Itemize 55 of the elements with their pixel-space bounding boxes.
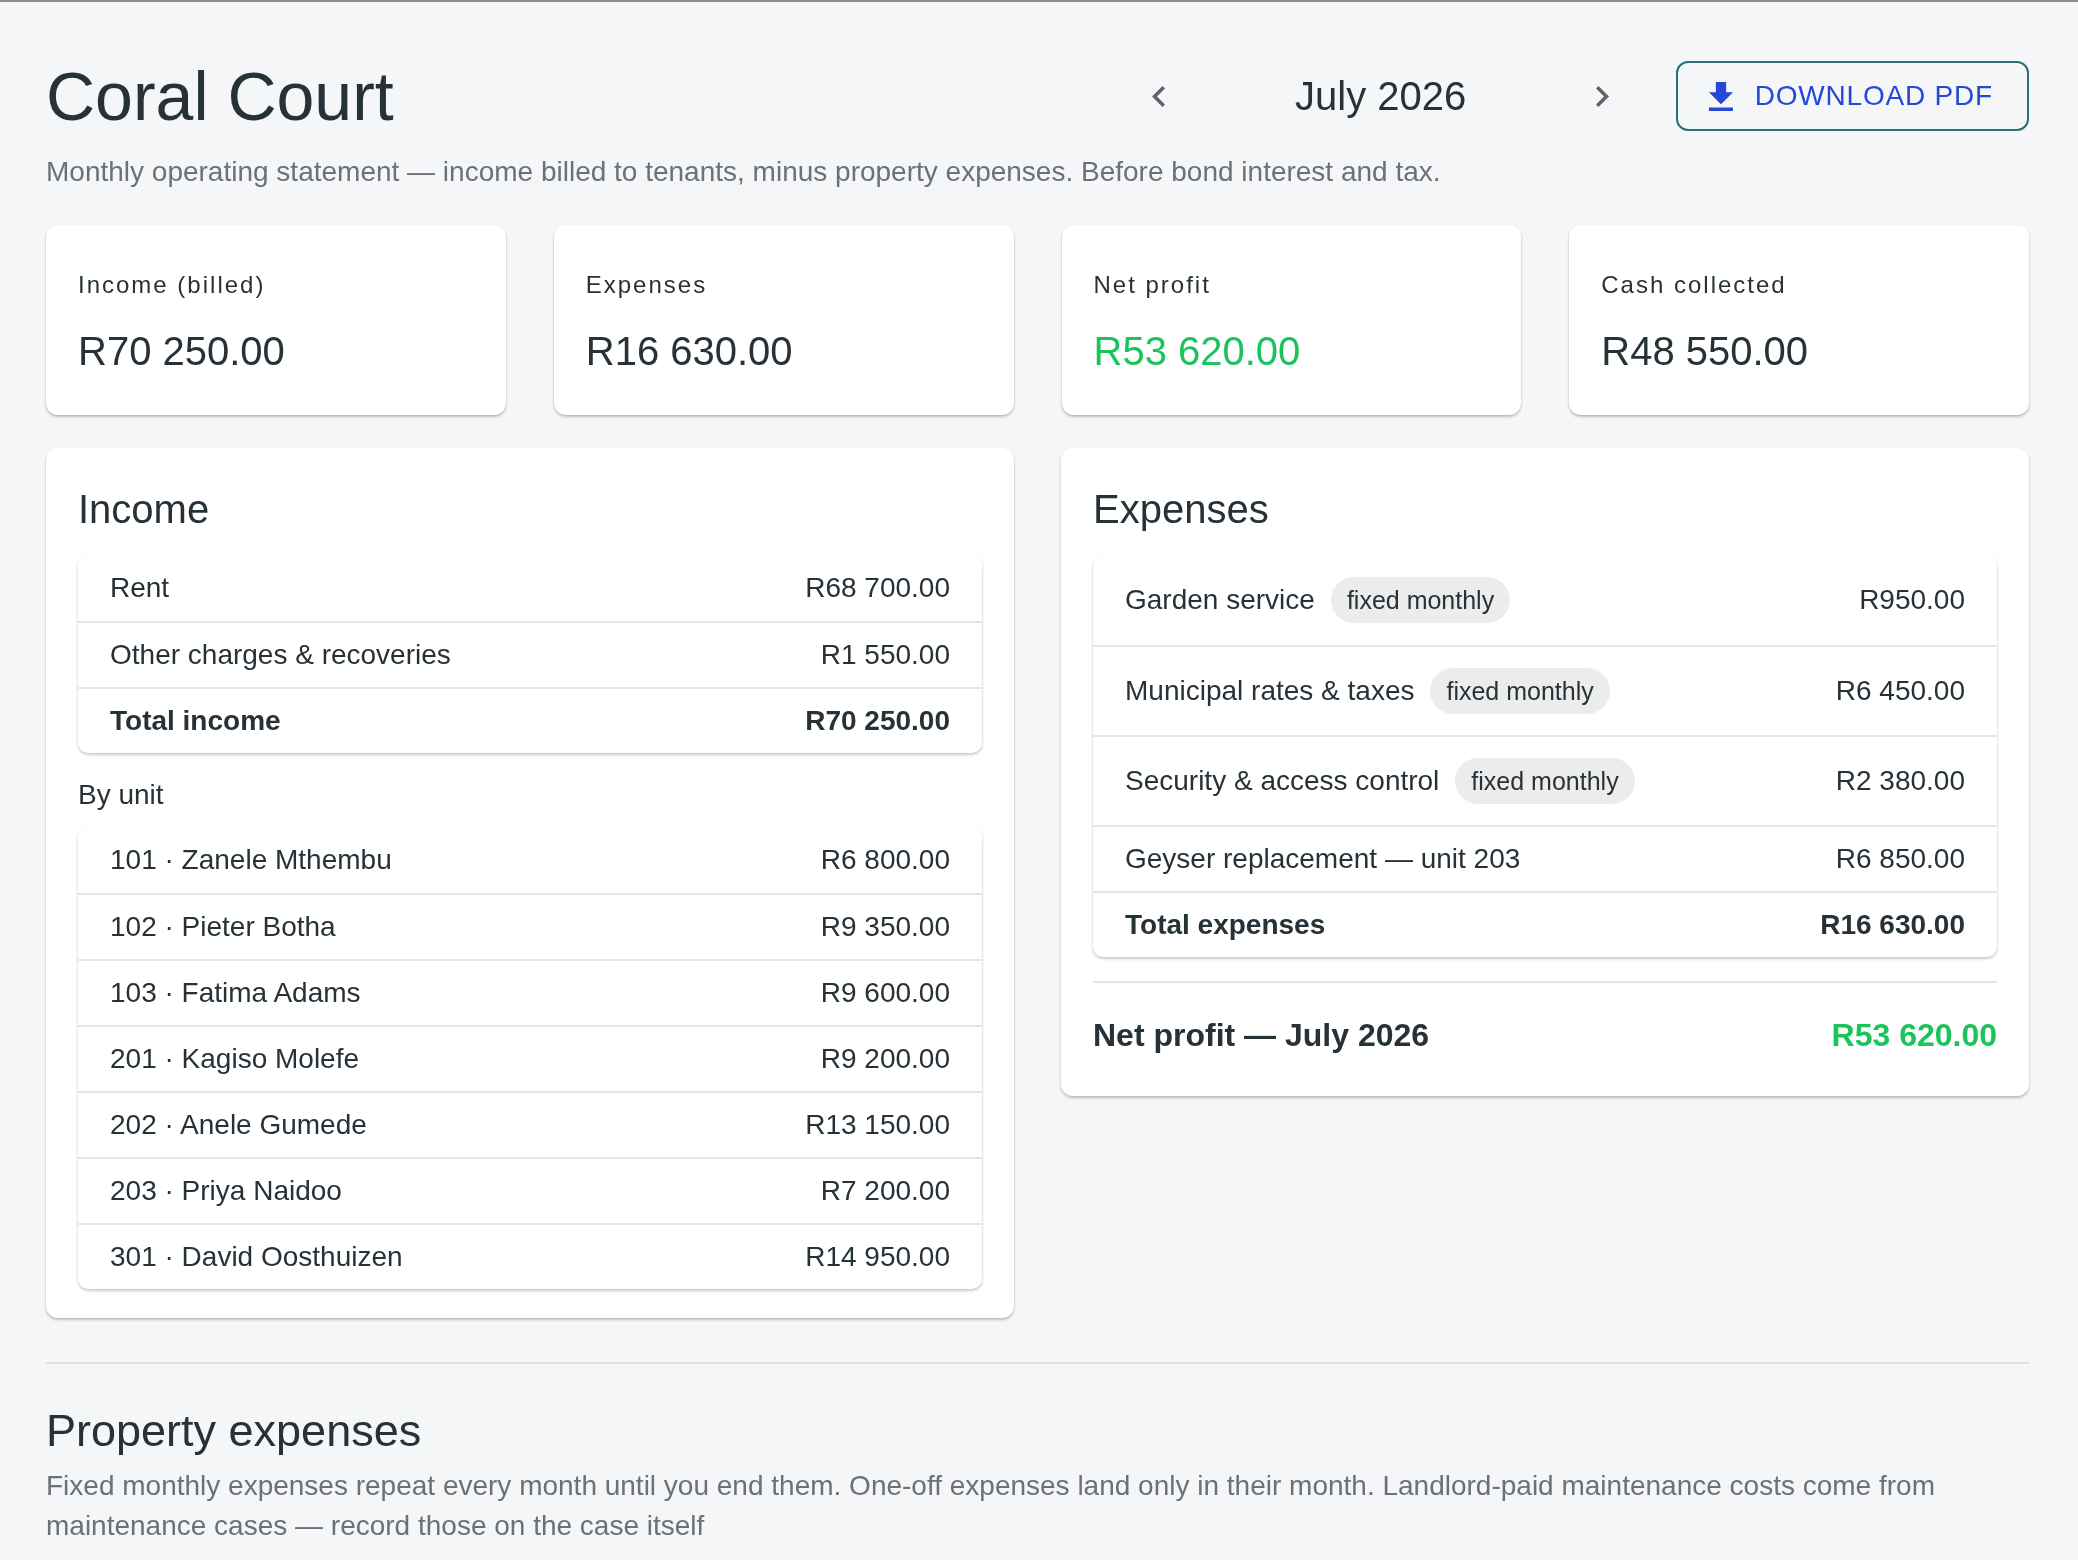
net-profit-label: Net profit — July 2026 xyxy=(1093,1016,1430,1055)
chevron-right-icon xyxy=(1596,85,1610,107)
stat-value: R16 630.00 xyxy=(585,328,794,375)
total-label: Total expenses xyxy=(1125,908,1326,942)
subsection-label: By unit xyxy=(78,778,165,812)
panel-title: Income xyxy=(78,486,211,533)
section-description: Fixed monthly expenses repeat every month until you end them. One-off expenses land only in their month. Landlord-paid maintenance costs come from maintenance cases — record those on the case itself xyxy=(46,1469,1936,1543)
row-amount: R9 200.00 xyxy=(820,1042,950,1076)
row-label: Security & access control xyxy=(1125,764,1440,798)
row-amount: R9 600.00 xyxy=(820,976,950,1010)
stat-label: Expenses xyxy=(585,270,709,300)
row-amount: R6 800.00 xyxy=(820,843,950,877)
stat-label: Income (billed) xyxy=(78,270,267,300)
unit-label: 103 · Fatima Adams xyxy=(110,976,361,1010)
row-label: Garden service xyxy=(1125,583,1315,617)
row-amount: R68 700.00 xyxy=(805,571,950,605)
month-label: July 2026 xyxy=(1294,73,1468,120)
download-pdf-button[interactable]: DOWNLOAD PDF xyxy=(1675,61,2029,131)
panel-title: Expenses xyxy=(1093,486,1270,533)
total-amount: R70 250.00 xyxy=(805,704,950,738)
chevron-left-icon xyxy=(1152,85,1166,107)
stat-value: R48 550.00 xyxy=(1601,328,1810,375)
total-label: Total income xyxy=(110,704,281,738)
row-label: Other charges & recoveries xyxy=(110,638,451,672)
stat-label: Cash collected xyxy=(1601,270,1788,300)
row-amount: R9 350.00 xyxy=(820,910,950,944)
row-label: Rent xyxy=(110,571,170,605)
unit-label: 102 · Pieter Botha xyxy=(110,910,336,944)
row-amount: R6 850.00 xyxy=(1835,842,1965,876)
stat-value: R70 250.00 xyxy=(78,328,286,375)
page-subtitle: Monthly operating statement — income billed to tenants, minus property expenses. Before bond interest and tax. xyxy=(46,155,1442,189)
unit-label: 202 · Anele Gumede xyxy=(110,1108,367,1142)
tag-chip: fixed monthly xyxy=(1330,577,1511,623)
stat-value: R53 620.00 xyxy=(1093,328,1302,375)
unit-label: 203 · Priya Naidoo xyxy=(110,1174,342,1208)
total-amount: R16 630.00 xyxy=(1820,908,1965,942)
stat-label: Net profit xyxy=(1093,270,1212,300)
unit-label: 301 · David Oosthuizen xyxy=(110,1240,403,1274)
row-amount: R1 550.00 xyxy=(820,638,950,672)
tag-chip: fixed monthly xyxy=(1455,758,1635,804)
row-amount: R6 450.00 xyxy=(1835,674,1965,708)
unit-label: 201 · Kagiso Molefe xyxy=(110,1042,360,1076)
row-amount: R950.00 xyxy=(1859,583,1965,617)
unit-label: 101 · Zanele Mthembu xyxy=(110,843,392,877)
row-label: Geyser replacement — unit 203 xyxy=(1125,842,1521,876)
row-amount: R2 380.00 xyxy=(1835,764,1965,798)
download-icon xyxy=(1708,81,1733,111)
row-amount: R13 150.00 xyxy=(805,1108,950,1142)
row-amount: R7 200.00 xyxy=(820,1174,950,1208)
row-label: Municipal rates & taxes xyxy=(1125,674,1415,708)
section-title: Property expenses xyxy=(46,1404,423,1458)
tag-chip: fixed monthly xyxy=(1430,668,1610,714)
row-amount: R14 950.00 xyxy=(805,1240,950,1274)
page-title: Coral Court xyxy=(46,57,395,136)
net-profit-value: R53 620.00 xyxy=(1831,1016,1997,1055)
